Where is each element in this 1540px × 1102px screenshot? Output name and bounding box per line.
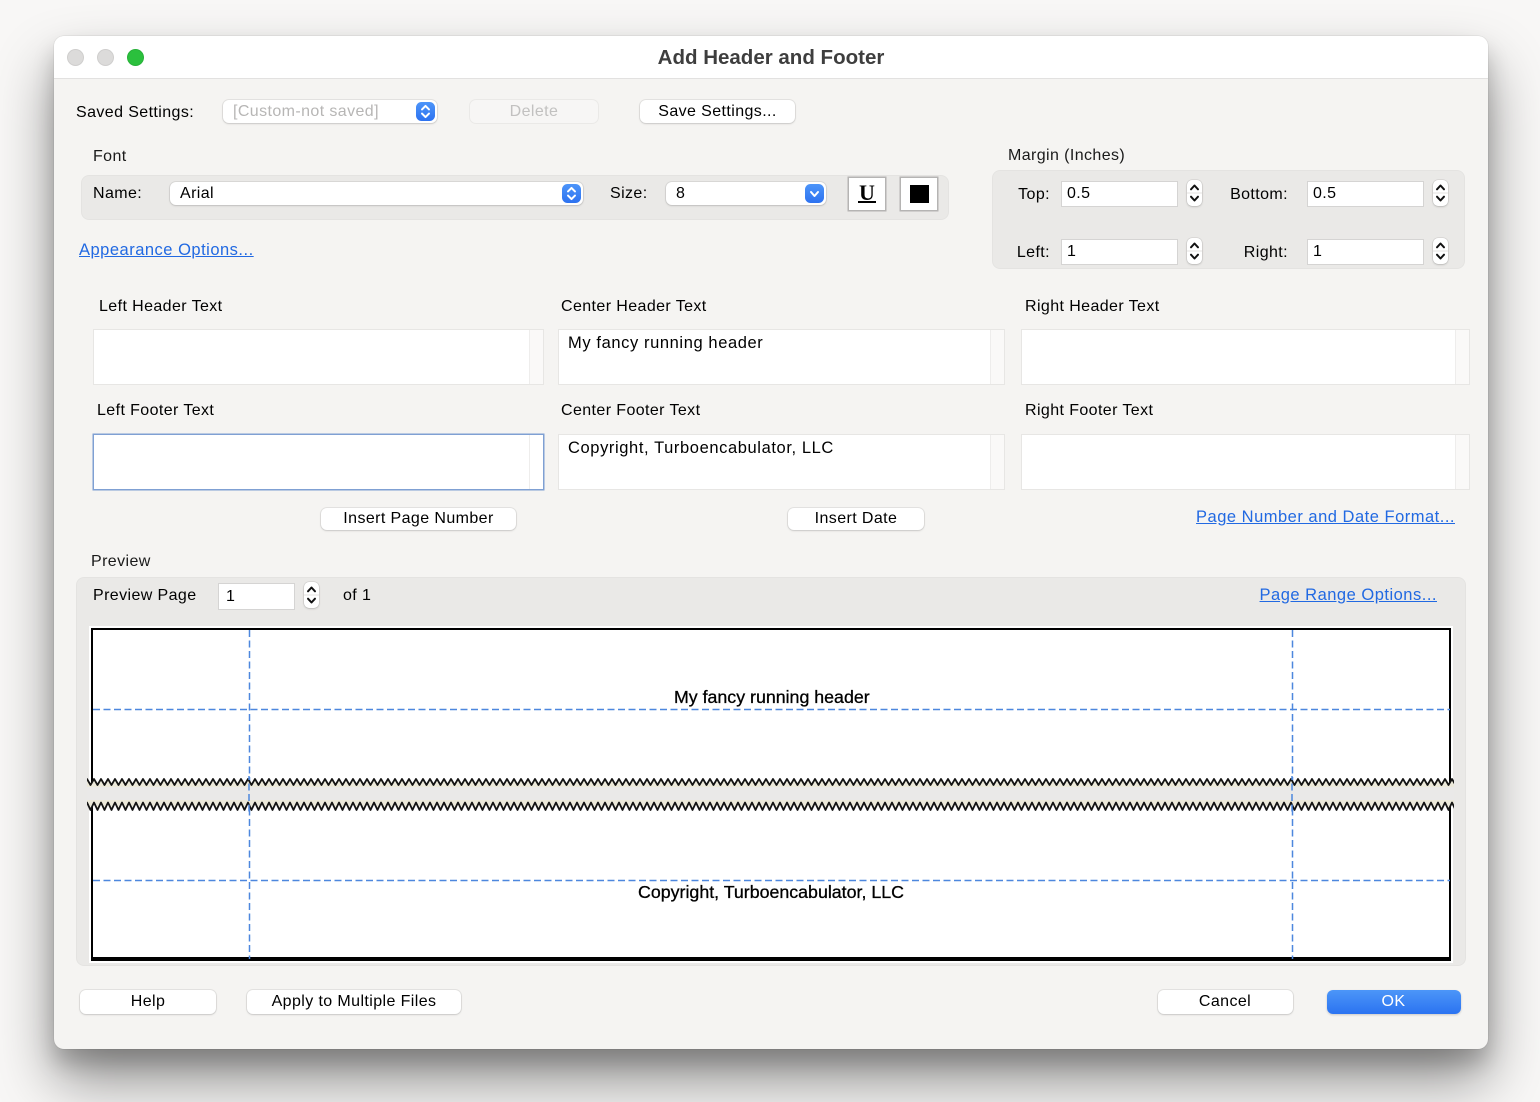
svg-text:Copyright, Turboencabulator, L: Copyright, Turboencabulator, LLC — [638, 882, 904, 902]
svg-text:My fancy running header: My fancy running header — [673, 686, 869, 706]
